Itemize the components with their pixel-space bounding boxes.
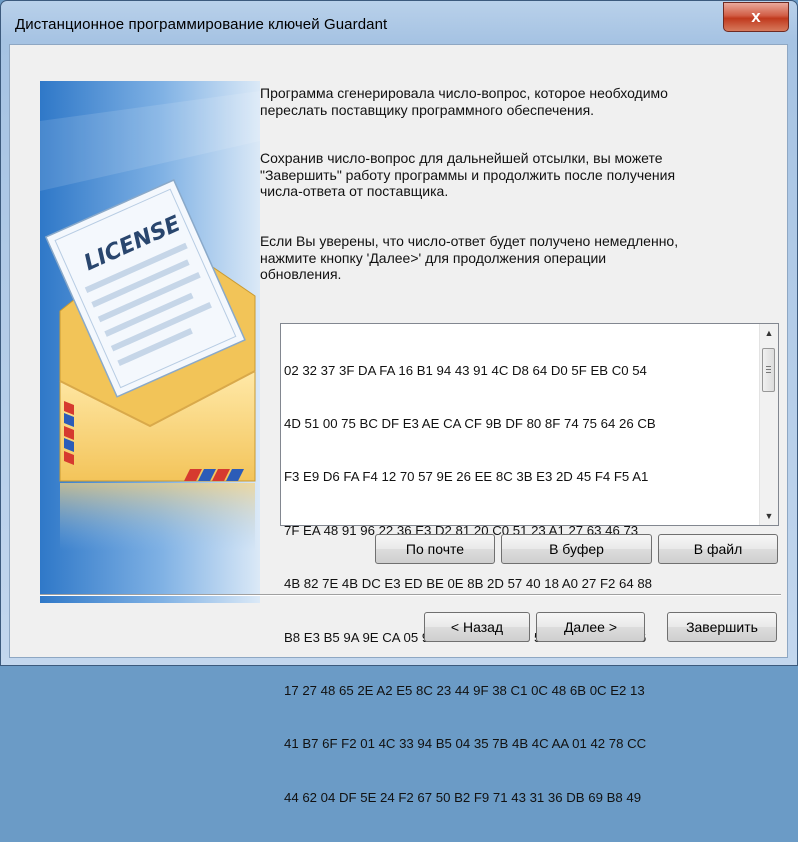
code-line: 44 62 04 DF 5E 24 F2 67 50 B2 F9 71 43 3… bbox=[284, 789, 642, 805]
send-by-mail-button[interactable]: По почте bbox=[375, 534, 495, 564]
message-line: Если Вы уверены, что число-ответ будет п… bbox=[260, 233, 679, 249]
code-line: 4B 82 7E 4B DC E3 ED BE 0E 8B 2D 57 40 1… bbox=[284, 576, 653, 592]
code-line: 4D 51 00 75 BC DF E3 AE CA CF 9B DF 80 8… bbox=[284, 415, 656, 431]
separator bbox=[40, 594, 781, 596]
message-line: переслать поставщику программного обеспе… bbox=[260, 101, 595, 118]
code-line: 17 27 48 65 2E A2 E5 8C 23 44 9F 38 C1 0… bbox=[284, 682, 645, 698]
message-line: числа-ответа от поставщика. bbox=[260, 183, 449, 199]
message-line: нажмите кнопку 'Далее>' для продолжения … bbox=[260, 249, 607, 266]
scroll-up-arrow-icon[interactable]: ▲ bbox=[760, 324, 778, 342]
license-envelope-icon: LICENSE bbox=[40, 81, 260, 603]
grip-line bbox=[766, 366, 771, 367]
back-button[interactable]: < Назад bbox=[424, 612, 530, 642]
wizard-window: Дистанционное программирование ключей Gu… bbox=[0, 0, 798, 805]
code-line: F3 E9 D6 FA F4 12 70 57 9E 26 EE 8C 3B E… bbox=[284, 469, 649, 485]
request-code-text: 02 32 37 3F DA FA 16 B1 94 43 91 4C D8 6… bbox=[284, 326, 754, 842]
copy-to-clipboard-button[interactable]: В буфер bbox=[501, 534, 652, 564]
message-line: Сохранив число-вопрос для дальнейшей отс… bbox=[260, 150, 663, 166]
license-illustration: LICENSE bbox=[40, 81, 260, 603]
close-button[interactable]: x bbox=[723, 2, 789, 32]
grip-line bbox=[766, 369, 771, 370]
message-line: Программа сгенерировала число-вопрос, ко… bbox=[260, 85, 668, 101]
message-paragraph-1: Программа сгенерировала число-вопрос, ко… bbox=[260, 85, 780, 118]
vertical-scrollbar[interactable]: ▲ ▼ bbox=[759, 324, 778, 525]
finish-button[interactable]: Завершить bbox=[667, 612, 777, 642]
message-paragraph-2: Сохранив число-вопрос для дальнейшей отс… bbox=[260, 150, 780, 200]
scroll-down-arrow-icon[interactable]: ▼ bbox=[760, 507, 778, 525]
scroll-thumb[interactable] bbox=[762, 348, 775, 392]
code-line: 41 B7 6F F2 01 4C 33 94 B5 04 35 7B 4B 4… bbox=[284, 736, 647, 752]
client-area: LICENSE Программа сгенерировала число-во… bbox=[9, 44, 788, 805]
request-code-textarea[interactable]: 02 32 37 3F DA FA 16 B1 94 43 91 4C D8 6… bbox=[280, 323, 779, 805]
next-button[interactable]: Далее > bbox=[536, 612, 645, 642]
grip-line bbox=[766, 372, 771, 373]
title-bar[interactable]: Дистанционное программирование ключей Gu… bbox=[1, 1, 797, 47]
message-line: "Завершить" работу программы и продолжит… bbox=[260, 166, 676, 183]
code-line: 02 32 37 3F DA FA 16 B1 94 43 91 4C D8 6… bbox=[284, 362, 647, 378]
message-paragraph-3: Если Вы уверены, что число-ответ будет п… bbox=[260, 233, 780, 283]
save-to-file-button[interactable]: В файл bbox=[658, 534, 778, 564]
message-line: обновления. bbox=[260, 266, 342, 282]
window-title: Дистанционное программирование ключей Gu… bbox=[15, 16, 388, 33]
